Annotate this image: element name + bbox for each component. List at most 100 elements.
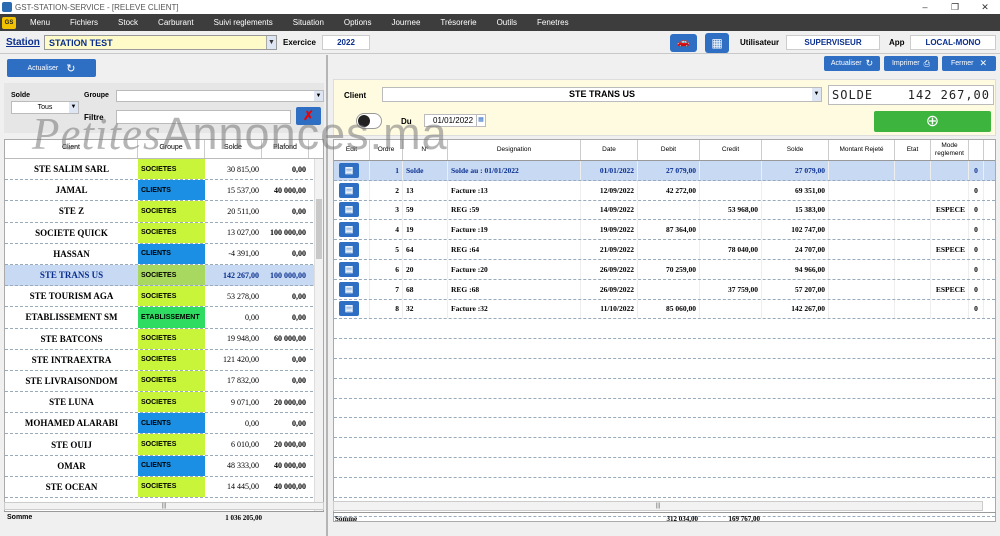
restore-icon[interactable]: ❐ bbox=[940, 2, 970, 13]
col-montant-rejete[interactable]: Montant Rejeté bbox=[829, 140, 895, 160]
refresh-releve-button[interactable]: Actualiser ↻ bbox=[824, 56, 880, 71]
close-window-icon[interactable]: ✕ bbox=[970, 2, 1000, 13]
car-button[interactable]: 🚗 bbox=[670, 34, 697, 52]
document-icon[interactable]: ▤ bbox=[339, 242, 359, 258]
releve-debit: 27 079,00 bbox=[638, 161, 700, 180]
client-label: Client bbox=[344, 91, 367, 100]
solde-filter-label: Solde bbox=[11, 92, 31, 99]
chevron-down-icon[interactable]: ▼ bbox=[266, 36, 276, 49]
releve-n: 19 bbox=[403, 220, 448, 240]
col-designation[interactable]: Designation bbox=[448, 140, 581, 160]
client-row[interactable]: HASSAN CLIENTS -4 391,00 0,00 bbox=[5, 243, 323, 265]
col-credit[interactable]: Credit bbox=[700, 140, 762, 160]
client-name: JAMAL bbox=[55, 185, 88, 196]
document-icon[interactable]: ▤ bbox=[339, 182, 359, 198]
clear-filter-button[interactable]: ✗ bbox=[296, 107, 321, 125]
client-select[interactable]: STE TRANS US ▼ bbox=[382, 87, 822, 102]
document-icon[interactable]: ▤ bbox=[339, 261, 359, 277]
date-filter-toggle[interactable] bbox=[356, 113, 382, 129]
col-solde[interactable]: Solde bbox=[762, 140, 829, 160]
client-row[interactable]: ETABLISSEMENT SM ETABLISSEMENT 0,00 0,00 bbox=[5, 307, 323, 329]
scroll-thumb[interactable] bbox=[316, 199, 322, 259]
add-button[interactable]: ⊕ bbox=[874, 111, 991, 132]
client-row[interactable]: STE LIVRAISONDOM SOCIETES 17 832,00 0,00 bbox=[5, 370, 323, 393]
client-row[interactable]: STE TRANS US SOCIETES 142 267,00 100 000,00 bbox=[5, 264, 323, 287]
releve-n: 59 bbox=[403, 200, 448, 220]
document-icon[interactable]: ▤ bbox=[339, 162, 359, 178]
client-row[interactable]: STE OCEAN SOCIETES 14 445,00 40 000,00 bbox=[5, 476, 323, 498]
chevron-down-icon[interactable]: ▼ bbox=[314, 91, 323, 101]
solde-filter-select[interactable]: Tous ▼ bbox=[11, 101, 79, 114]
menu-item-fenetres[interactable]: Fenetres bbox=[527, 18, 579, 27]
client-row[interactable]: STE OUIJ SOCIETES 6 010,00 20 000,00 bbox=[5, 434, 323, 456]
document-icon[interactable]: ▤ bbox=[339, 222, 359, 238]
col-etat[interactable]: Etat bbox=[895, 140, 931, 160]
releve-row[interactable]: ▤ 5 64 REG :64 21/09/2022 78 040,00 24 707,00 E… bbox=[334, 240, 995, 260]
client-row[interactable]: STE Z SOCIETES 20 511,00 0,00 bbox=[5, 201, 323, 223]
document-icon[interactable]: ▤ bbox=[339, 202, 359, 218]
col-extra[interactable] bbox=[969, 140, 984, 160]
releve-designation: Facture :32 bbox=[448, 299, 581, 319]
menu-item-stock[interactable]: Stock bbox=[108, 18, 148, 27]
client-horizontal-scrollbar[interactable]: ||| bbox=[4, 502, 324, 510]
releve-date: 11/10/2022 bbox=[581, 299, 638, 319]
empty-row bbox=[334, 458, 995, 478]
chevron-down-icon[interactable]: ▼ bbox=[69, 102, 78, 113]
col-edit[interactable]: Edit bbox=[334, 140, 370, 160]
col-plafond[interactable]: Plafond bbox=[262, 140, 309, 158]
releve-solde: 27 079,00 bbox=[762, 161, 829, 180]
calendar-icon[interactable]: ▦ bbox=[476, 115, 485, 126]
col-mode-reglement[interactable]: Mode reglement bbox=[931, 140, 969, 160]
client-row[interactable]: MOHAMED ALARABI CLIENTS 0,00 0,00 bbox=[5, 413, 323, 435]
client-row[interactable]: STE BATCONS SOCIETES 19 948,00 60 000,00 bbox=[5, 328, 323, 350]
document-icon[interactable]: ▤ bbox=[339, 301, 359, 317]
client-row[interactable]: STE TOURISM AGA SOCIETES 53 278,00 0,00 bbox=[5, 286, 323, 308]
releve-row[interactable]: ▤ 1 Solde Solde au : 01/01/2022 01/01/2022 27… bbox=[334, 161, 995, 181]
col-client[interactable]: Client bbox=[5, 140, 138, 158]
client-row[interactable]: JAMAL CLIENTS 15 537,00 40 000,00 bbox=[5, 180, 323, 202]
date-input[interactable]: 01/01/2022 ▦ bbox=[424, 114, 486, 127]
releve-mode bbox=[931, 220, 969, 240]
menu-item-menu[interactable]: Menu bbox=[20, 18, 60, 27]
menu-item-tresorerie[interactable]: Trésorerie bbox=[430, 18, 486, 27]
client-row[interactable]: STE LUNA SOCIETES 9 071,00 20 000,00 bbox=[5, 392, 323, 414]
minimize-icon[interactable]: – bbox=[910, 2, 940, 13]
document-icon[interactable]: ▤ bbox=[339, 281, 359, 297]
chevron-down-icon[interactable]: ▼ bbox=[812, 88, 821, 101]
releve-row[interactable]: ▤ 2 13 Facture :13 12/09/2022 42 272,00 69 351… bbox=[334, 180, 995, 201]
groupe-filter-select[interactable]: ▼ bbox=[116, 90, 324, 102]
empty-row bbox=[334, 478, 995, 498]
client-solde: 53 278,00 bbox=[227, 291, 259, 301]
releve-row[interactable]: ▤ 8 32 Facture :32 11/10/2022 85 060,00 142 26… bbox=[334, 299, 995, 320]
client-row[interactable]: STE INTRAEXTRA SOCIETES 121 420,00 0,00 bbox=[5, 349, 323, 371]
col-groupe[interactable]: Groupe bbox=[138, 140, 205, 158]
menu-item-options[interactable]: Options bbox=[334, 18, 382, 27]
col-n[interactable]: N° bbox=[403, 140, 448, 160]
menu-item-carburant[interactable]: Carburant bbox=[148, 18, 204, 27]
col-ordre[interactable]: Ordre bbox=[370, 140, 403, 160]
col-date[interactable]: Date bbox=[581, 140, 638, 160]
client-row[interactable]: STE SALIM SARL SOCIETES 30 815,00 0,00 bbox=[5, 159, 323, 181]
col-solde[interactable]: Solde bbox=[205, 140, 262, 158]
col-debit[interactable]: Debit bbox=[638, 140, 700, 160]
calculator-button[interactable]: ▦ bbox=[705, 33, 729, 53]
exercice-field[interactable]: 2022 bbox=[322, 35, 370, 50]
menu-item-journee[interactable]: Journee bbox=[381, 18, 430, 27]
refresh-clients-button[interactable]: Actualiser ↻ bbox=[7, 59, 96, 77]
client-row[interactable]: SOCIETE QUICK SOCIETES 13 027,00 100 000,00 bbox=[5, 222, 323, 244]
releve-horizontal-scrollbar[interactable]: ||| bbox=[333, 501, 983, 511]
menu-item-situation[interactable]: Situation bbox=[283, 18, 334, 27]
releve-row[interactable]: ▤ 3 59 REG :59 14/09/2022 53 968,00 15 383,00 E… bbox=[334, 200, 995, 221]
client-row[interactable]: OMAR CLIENTS 48 333,00 40 000,00 bbox=[5, 455, 323, 477]
close-button[interactable]: Fermer ✕ bbox=[942, 56, 996, 71]
print-button[interactable]: Imprimer ⎙ bbox=[884, 56, 938, 71]
filtre-input[interactable] bbox=[116, 110, 291, 124]
releve-row[interactable]: ▤ 7 68 REG :68 26/09/2022 37 759,00 57 207,00 E… bbox=[334, 279, 995, 300]
menu-item-outils[interactable]: Outils bbox=[487, 18, 527, 27]
releve-row[interactable]: ▤ 4 19 Facture :19 19/09/2022 87 364,00 102 74… bbox=[334, 220, 995, 241]
client-vertical-scrollbar[interactable] bbox=[314, 159, 323, 520]
releve-row[interactable]: ▤ 6 20 Facture :20 26/09/2022 70 259,00 94 966… bbox=[334, 259, 995, 280]
menu-item-fichiers[interactable]: Fichiers bbox=[60, 18, 108, 27]
menu-item-suivi-reglements[interactable]: Suivi reglements bbox=[204, 18, 283, 27]
station-select[interactable]: STATION TEST ▼ bbox=[44, 35, 277, 50]
